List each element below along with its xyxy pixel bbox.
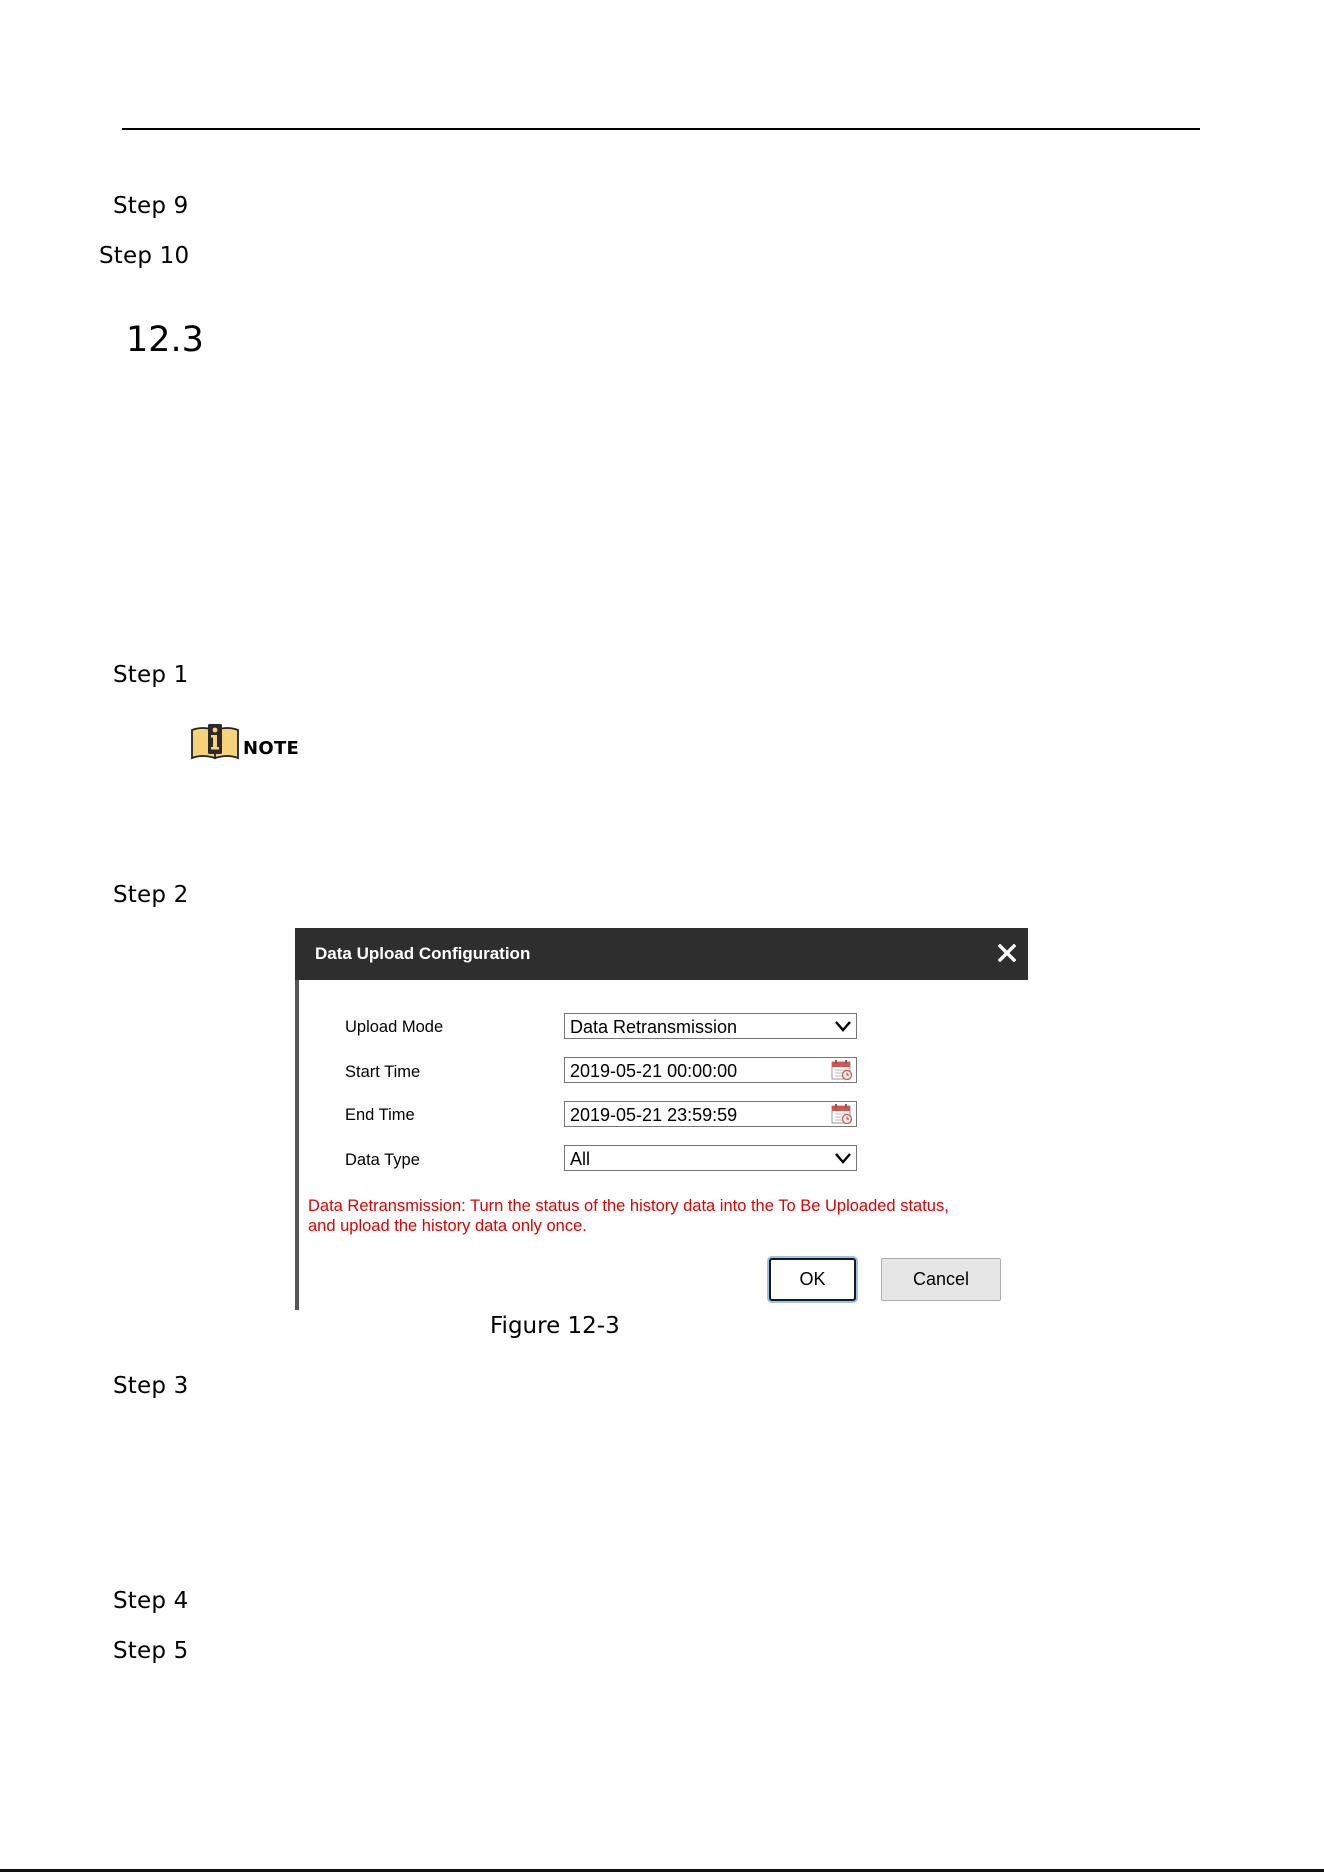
ok-button[interactable]: OK — [769, 1258, 856, 1301]
header-rule — [122, 128, 1200, 130]
data-type-value: All — [570, 1149, 591, 1169]
end-time-value: 2019-05-21 23:59:59 — [570, 1105, 738, 1125]
hint-line-2: and upload the history data only once. — [308, 1217, 587, 1235]
cancel-button[interactable]: Cancel — [881, 1258, 1001, 1301]
close-icon[interactable] — [992, 938, 1022, 968]
step-2-label: Step 2 — [113, 882, 189, 908]
step-4-label: Step 4 — [113, 1588, 189, 1614]
data-type-select[interactable]: All — [564, 1145, 857, 1171]
manual-page: Step 9 Step 10 12.3 Step 1 NOTE Step 2 D… — [0, 0, 1324, 1872]
start-time-input[interactable]: 2019-05-21 00:00:00 — [564, 1057, 857, 1083]
step-9-label: Step 9 — [113, 193, 189, 219]
data-upload-configuration-dialog: Data Upload Configuration Upload Mode Da… — [295, 928, 1028, 1310]
calendar-icon[interactable] — [830, 1103, 854, 1125]
section-number: 12.3 — [126, 320, 204, 360]
dialog-header: Data Upload Configuration — [295, 928, 1028, 980]
step-10-label: Step 10 — [99, 243, 190, 269]
upload-mode-select[interactable]: Data Retransmission — [564, 1013, 857, 1039]
info-book-icon — [191, 724, 239, 760]
hint-line-1: Data Retransmission: Turn the status of … — [308, 1197, 949, 1215]
note-label: NOTE — [243, 738, 300, 759]
upload-mode-hint: Data Retransmission: Turn the status of … — [308, 1196, 949, 1236]
figure-caption: Figure 12-3 — [490, 1313, 620, 1339]
chevron-down-icon — [835, 1021, 851, 1032]
step-3-label: Step 3 — [113, 1373, 189, 1399]
upload-mode-value: Data Retransmission — [570, 1017, 738, 1037]
step-1-label: Step 1 — [113, 662, 189, 688]
upload-mode-label: Upload Mode — [345, 1018, 444, 1036]
calendar-icon[interactable] — [830, 1059, 854, 1081]
data-type-label: Data Type — [345, 1151, 420, 1169]
note-block: NOTE — [190, 722, 299, 760]
start-time-label: Start Time — [345, 1063, 421, 1081]
chevron-down-icon — [835, 1153, 851, 1164]
dialog-left-edge — [295, 980, 299, 1310]
step-5-label: Step 5 — [113, 1638, 189, 1664]
end-time-label: End Time — [345, 1106, 415, 1124]
dialog-title: Data Upload Configuration — [315, 944, 531, 963]
start-time-value: 2019-05-21 00:00:00 — [570, 1061, 738, 1081]
end-time-input[interactable]: 2019-05-21 23:59:59 — [564, 1101, 857, 1127]
